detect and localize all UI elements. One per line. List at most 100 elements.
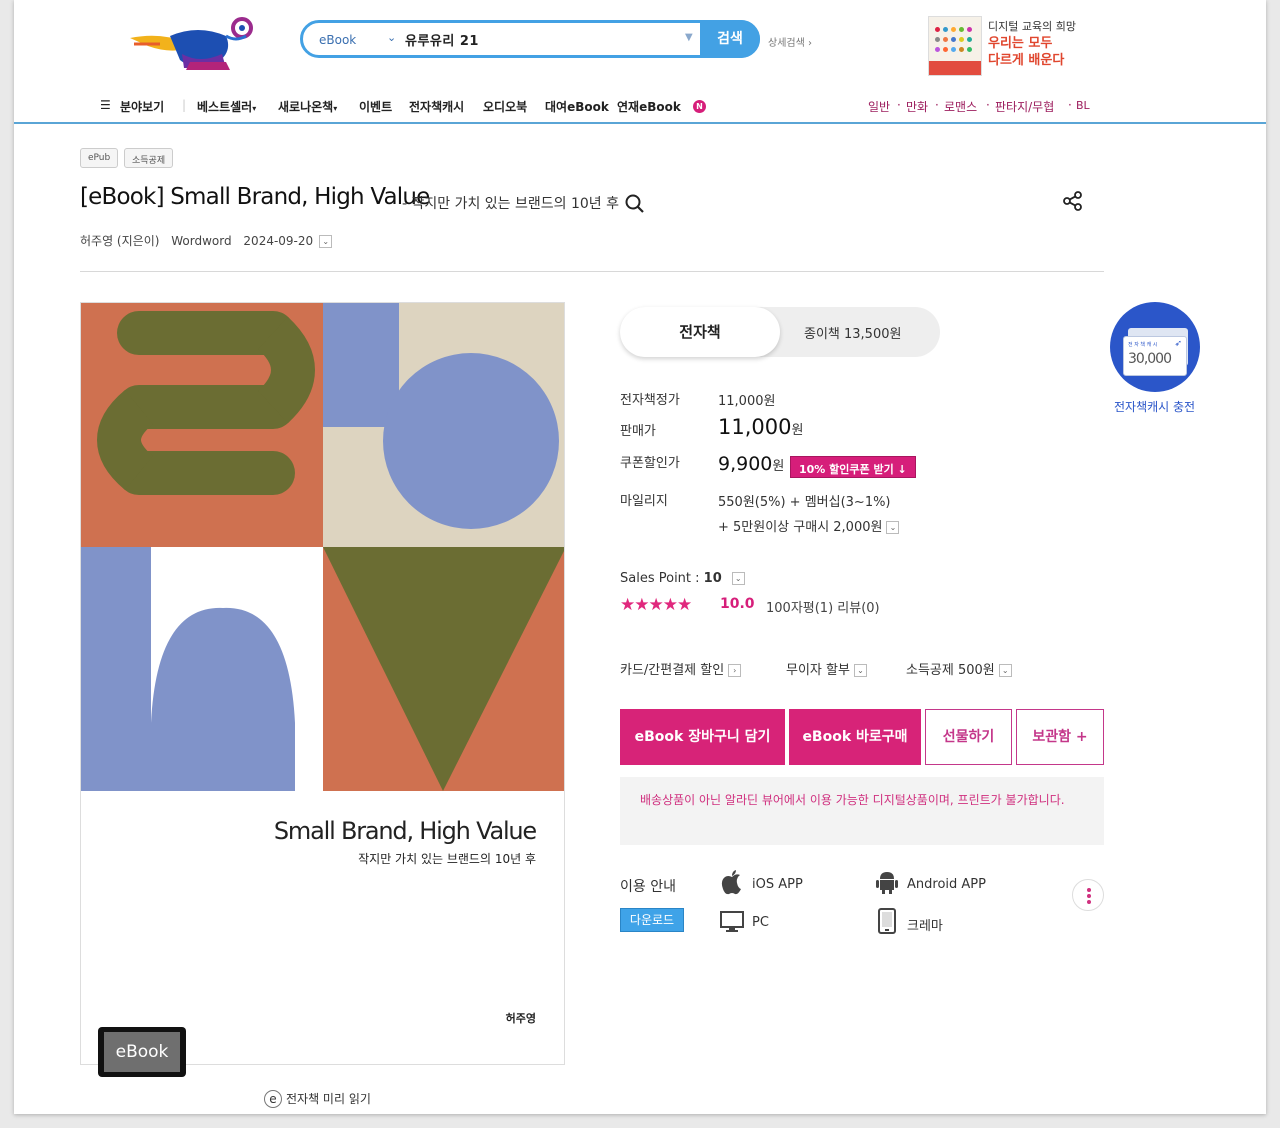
chevron-down-icon[interactable]: ⌄ <box>886 521 900 534</box>
nav-item-new-books[interactable]: 새로나온책▾ <box>278 98 337 115</box>
cash-card-amount: 30,000 <box>1128 351 1172 367</box>
nav-divider: | <box>182 98 187 112</box>
aladin-lamp-logo[interactable] <box>130 14 260 74</box>
ad-book-thumbnail[interactable] <box>928 16 982 76</box>
mileage-line-1: 550원(5%) + 멤버십(3~1%) <box>718 495 891 510</box>
share-icon[interactable] <box>1062 190 1084 212</box>
platform-crema[interactable]: 크레마 <box>907 915 943 934</box>
coupon-download-button[interactable]: 10% 할인쿠폰 받기 ↓ <box>790 456 916 478</box>
product-title: [eBook] Small Brand, High Value <box>80 184 430 210</box>
author-link[interactable]: 허주영 (지은이) <box>80 234 159 248</box>
tag-tax-deduction: 소득공제 <box>124 148 174 168</box>
download-button[interactable]: 다운로드 <box>620 908 684 932</box>
cash-card-caption: 전 자 책 캐 시 <box>1128 342 1158 348</box>
nav-item-events[interactable]: 이벤트 <box>359 98 392 115</box>
tab-ebook[interactable]: 전자책 <box>620 307 780 357</box>
nav-item-serial-ebook[interactable]: 연재eBook <box>617 98 681 115</box>
coupon-price: 9,900원 <box>718 453 784 475</box>
ad-banner[interactable]: 디지털 교육의 희망 우리는 모두 다르게 배운다 <box>988 18 1076 69</box>
sale-price: 11,000원 <box>718 415 803 439</box>
card-discount-option[interactable]: 카드/간편결제 할인 › <box>620 659 742 678</box>
tab-paperbook[interactable]: 종이책 13,500원 <box>804 323 901 342</box>
sales-point-value: 10 <box>703 571 722 586</box>
nav-item-categories[interactable]: 분야보기 <box>120 98 164 115</box>
sale-price-label: 판매가 <box>620 424 656 439</box>
product-meta: 허주영 (지은이) Wordword 2024-09-20 ⌄ <box>80 232 340 249</box>
platform-pc[interactable]: PC <box>752 915 769 930</box>
dropdown-arrow-icon[interactable]: ▼ <box>685 32 693 43</box>
cover-subtitle: 작지만 가치 있는 브랜드의 10년 후 <box>358 852 536 866</box>
cover-title: Small Brand, High Value <box>273 817 537 845</box>
genre-separator: · <box>897 98 901 112</box>
preview-link[interactable]: e 전자책 미리 읽기 <box>264 1090 371 1108</box>
ad-line-2: 우리는 모두 <box>988 36 1053 51</box>
installment-option[interactable]: 무이자 할부 ⌄ <box>786 659 867 678</box>
tax-deduction-option[interactable]: 소득공제 500원 ⌄ <box>906 659 1012 678</box>
list-price-label: 전자책정가 <box>620 393 680 408</box>
add-to-cart-button[interactable]: eBook 장바구니 담기 <box>620 709 785 765</box>
storage-button[interactable]: 보관함 + <box>1016 709 1104 765</box>
digital-product-notice: 배송상품이 아닌 알라딘 뷰어에서 이용 가능한 디지털상품이며, 프린트가 불… <box>620 777 1104 845</box>
mileage-line-2: + 5만원이상 구매시 2,000원 ⌄ <box>718 516 900 535</box>
crema-ereader-icon <box>878 908 896 934</box>
genre-comics[interactable]: 만화 <box>906 98 928 115</box>
review-links[interactable]: 100자평(1) 리뷰(0) <box>766 597 880 616</box>
page: eBook ⌄ 유루유리 21 ▼ 검색 상세검색 › 디지털 교육의 희망 우… <box>14 0 1266 1114</box>
platform-android[interactable]: Android APP <box>907 877 986 892</box>
nav-item-bestseller[interactable]: 베스트셀러▾ <box>197 98 256 115</box>
nav-item-audiobook[interactable]: 오디오북 <box>483 98 527 115</box>
more-options-button[interactable] <box>1072 879 1104 911</box>
nav-item-rental-ebook[interactable]: 대여eBook <box>545 98 609 115</box>
buy-now-button[interactable]: eBook 바로구매 <box>789 709 921 765</box>
coupon-price-unit: 원 <box>772 459 785 474</box>
cover-artwork <box>81 303 564 791</box>
search-category-select[interactable]: eBook <box>319 33 356 47</box>
hamburger-icon[interactable]: ☰ <box>100 98 111 112</box>
search-icon[interactable] <box>625 194 645 214</box>
ebook-e-icon: e <box>264 1090 282 1108</box>
nav-item-ebook-cash[interactable]: 전자책캐시 <box>409 98 464 115</box>
publish-date: 2024-09-20 <box>243 234 314 248</box>
pc-monitor-icon <box>720 911 744 932</box>
genre-separator: · <box>986 98 990 112</box>
card-discount-label: 카드/간편결제 할인 <box>620 663 725 678</box>
tag-epub: ePub <box>80 148 119 168</box>
tax-deduction-label: 소득공제 500원 <box>906 663 995 678</box>
sale-price-value: 11,000 <box>718 415 792 439</box>
product-subtitle: - 작지만 가치 있는 브랜드의 10년 후 <box>402 193 645 214</box>
genre-bl[interactable]: BL <box>1076 99 1090 112</box>
sales-point-label: Sales Point : <box>620 571 704 586</box>
genre-separator: · <box>1068 98 1072 112</box>
genre-fantasy[interactable]: 판타지/무협 <box>995 98 1054 115</box>
ebook-badge-label: eBook <box>104 1032 180 1072</box>
search-bar: eBook ⌄ 유루유리 21 ▼ 검색 <box>300 20 760 58</box>
ad-line-1: 디지털 교육의 희망 <box>988 20 1076 33</box>
genre-general[interactable]: 일반 <box>868 98 890 115</box>
gift-button[interactable]: 선물하기 <box>925 709 1012 765</box>
publisher-link[interactable]: Wordword <box>171 234 231 248</box>
mileage-label: 마일리지 <box>620 494 668 509</box>
chevron-down-icon[interactable]: ⌄ <box>319 235 333 248</box>
ebook-cash-charge-badge[interactable]: 전 자 책 캐 시 30,000 ➶ <box>1110 302 1200 392</box>
rating-score: 10.0 <box>720 596 755 612</box>
format-tabs: 전자책 종이책 13,500원 <box>620 307 940 357</box>
ebook-cash-charge-label[interactable]: 전자책캐시 충전 <box>1114 398 1195 415</box>
book-cover[interactable]: Small Brand, High Value 작지만 가치 있는 브랜드의 1… <box>80 302 565 1065</box>
android-icon <box>876 872 898 894</box>
chevron-down-icon[interactable]: ⌄ <box>387 31 396 44</box>
chevron-down-icon: ⌄ <box>853 664 867 677</box>
coupon-price-value: 9,900 <box>718 453 773 475</box>
advanced-search-link[interactable]: 상세검색 › <box>768 34 812 49</box>
genre-romance[interactable]: 로맨스 <box>944 98 977 115</box>
search-button[interactable]: 검색 <box>700 20 760 58</box>
sales-point: Sales Point : 10 ⌄ <box>620 571 745 586</box>
sale-price-unit: 원 <box>791 423 804 438</box>
coupon-price-label: 쿠폰할인가 <box>620 456 680 471</box>
platform-ios[interactable]: iOS APP <box>752 877 803 892</box>
search-input[interactable]: 유루유리 21 <box>405 30 479 49</box>
section-divider <box>80 271 1104 272</box>
chevron-down-icon[interactable]: ⌄ <box>731 572 745 585</box>
ebook-badge: eBook <box>98 1027 186 1077</box>
usage-label: 이용 안내 <box>620 879 676 895</box>
new-badge: N <box>693 100 706 113</box>
